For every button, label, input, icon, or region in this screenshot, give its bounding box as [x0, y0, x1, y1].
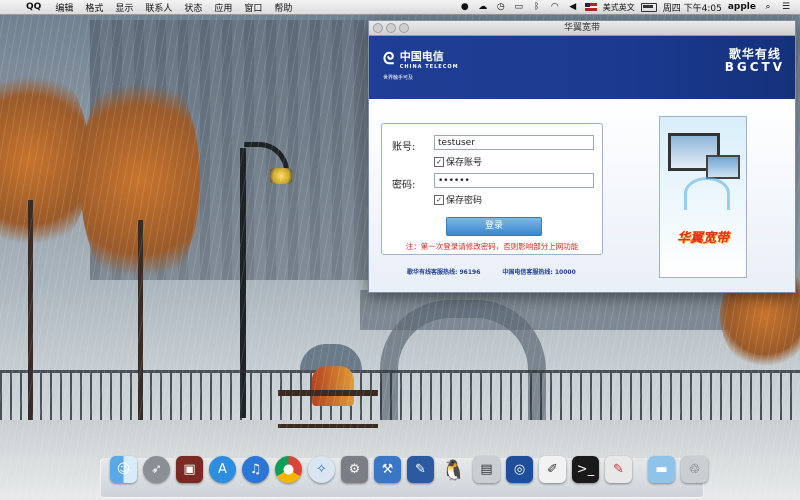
menu-edit[interactable]: 编辑: [49, 1, 79, 14]
window-title: 华翼宽带: [563, 23, 600, 33]
battery-icon[interactable]: [640, 2, 657, 12]
notification-center-icon[interactable]: ☰: [780, 2, 792, 12]
qq-status-icon[interactable]: ●: [459, 2, 471, 12]
promo-title: 华翼宽带: [676, 231, 729, 246]
save-account-label: 保存账号: [446, 158, 483, 168]
header-banner: ᘓ 中国电信 CHINA TELECOM 世界触手可及 歌华有线 BGCTV: [369, 36, 795, 99]
checkmark-icon: ✓: [434, 156, 444, 167]
finder-icon[interactable]: ☺: [110, 456, 137, 483]
notes-icon[interactable]: ✎: [407, 456, 434, 483]
password-label: 密码:: [392, 180, 416, 191]
display-icon[interactable]: ▭: [513, 2, 525, 12]
input-source-label[interactable]: 美式英文: [603, 2, 635, 13]
cloud-icon[interactable]: ☁: [477, 2, 489, 12]
menu-user[interactable]: apple: [728, 2, 756, 12]
spotlight-icon[interactable]: ⌕: [762, 2, 774, 12]
login-form: 账号: testuser ✓ 保存账号 密码: •••••• ✓ 保存密码 登录…: [381, 123, 603, 255]
dock-icons: ☺ ➶ ▣ A ♫ ● ✧ ⚙ ⚒ ✎ 🐧 ▤ ◎ ✐ >_ ✎ ▬ ♲: [110, 456, 708, 483]
telecom-swirl-icon: ᘓ: [383, 49, 395, 68]
input-source-flag-icon[interactable]: [584, 3, 597, 11]
photo-booth-icon[interactable]: ▣: [176, 456, 203, 483]
checkmark-icon: ✓: [434, 194, 444, 205]
menu-apps[interactable]: 应用: [208, 1, 238, 14]
broadband-login-window: 华翼宽带 ᘓ 中国电信 CHINA TELECOM 世界触手可及 歌华有线 BG…: [368, 20, 796, 293]
volume-icon[interactable]: ◀: [567, 2, 579, 12]
system-preferences-icon[interactable]: ⚙: [341, 456, 368, 483]
time-machine-icon[interactable]: ◷: [495, 2, 507, 12]
login-button[interactable]: 登录: [446, 217, 542, 236]
status-area: ● ☁ ◷ ▭ ᛒ ◠ ◀ 美式英文 周四 下午4:05 apple ⌕ ☰: [459, 1, 800, 14]
xcode-icon[interactable]: ⚒: [374, 456, 401, 483]
app-store-icon[interactable]: A: [209, 456, 236, 483]
scanner-icon[interactable]: ▤: [473, 456, 500, 483]
china-telecom-logo: ᘓ 中国电信 CHINA TELECOM 世界触手可及: [383, 48, 459, 81]
window-controls: [373, 23, 409, 33]
bgctv-hotline: 歌华有线客服热线: 96196: [407, 269, 481, 276]
folder-icon[interactable]: ▬: [648, 456, 675, 483]
safari-icon[interactable]: ✧: [308, 456, 335, 483]
account-input[interactable]: testuser: [434, 135, 594, 150]
wifi-icon[interactable]: ◠: [549, 2, 561, 12]
save-password-checkbox[interactable]: ✓ 保存密码: [434, 193, 482, 206]
save-password-label: 保存密码: [446, 196, 483, 206]
menu-bar: QQ 编辑 格式 显示 联系人 状态 应用 窗口 帮助 ● ☁ ◷ ▭ ᛒ ◠ …: [0, 0, 800, 15]
menu-window[interactable]: 窗口: [238, 1, 268, 14]
telecom-name-en: CHINA TELECOM: [399, 64, 459, 70]
close-button[interactable]: [373, 23, 383, 33]
launchpad-icon[interactable]: ➶: [143, 456, 170, 483]
account-label: 账号:: [392, 142, 416, 153]
save-account-checkbox[interactable]: ✓ 保存账号: [434, 155, 482, 168]
menu-contacts[interactable]: 联系人: [139, 1, 178, 14]
trash-icon[interactable]: ♲: [681, 456, 708, 483]
minimize-button[interactable]: [386, 23, 396, 33]
menu-view[interactable]: 显示: [109, 1, 139, 14]
dictionary-icon[interactable]: ◎: [506, 456, 533, 483]
wireless-signal-icon: [684, 177, 730, 210]
telecom-name-cn: 中国电信: [399, 50, 444, 63]
textedit-icon[interactable]: ✐: [539, 456, 566, 483]
password-notice: 注：第一次登录请修改密码，否则影响部分上网功能: [405, 242, 579, 251]
window-titlebar[interactable]: 华翼宽带: [369, 21, 795, 36]
zoom-button[interactable]: [399, 23, 409, 33]
menu-help[interactable]: 帮助: [268, 1, 298, 14]
terminal-icon[interactable]: >_: [572, 456, 599, 483]
login-content: 账号: testuser ✓ 保存账号 密码: •••••• ✓ 保存密码 登录…: [369, 99, 795, 292]
laptop-icon: [706, 155, 740, 179]
preview-icon[interactable]: ✎: [605, 456, 632, 483]
chrome-icon[interactable]: ●: [275, 456, 302, 483]
menu-status[interactable]: 状态: [178, 1, 208, 14]
bgctv-name-en: BGCTV: [724, 60, 785, 74]
telecom-slogan: 世界触手可及: [383, 75, 414, 81]
itunes-icon[interactable]: ♫: [242, 456, 269, 483]
menu-clock[interactable]: 周四 下午4:05: [663, 1, 722, 14]
app-menu-qq[interactable]: QQ: [22, 2, 49, 12]
telecom-hotline: 中国电信客服热线: 10000: [502, 269, 576, 276]
bluetooth-icon[interactable]: ᛒ: [531, 2, 543, 12]
hotlines: 歌华有线客服热线: 96196 中国电信客服热线: 10000: [407, 267, 607, 276]
bgctv-logo: 歌华有线 BGCTV: [725, 48, 785, 74]
promo-panel: 华翼宽带: [659, 116, 747, 278]
menu-format[interactable]: 格式: [79, 1, 109, 14]
qq-icon[interactable]: 🐧: [440, 456, 467, 483]
password-input[interactable]: ••••••: [434, 173, 594, 188]
